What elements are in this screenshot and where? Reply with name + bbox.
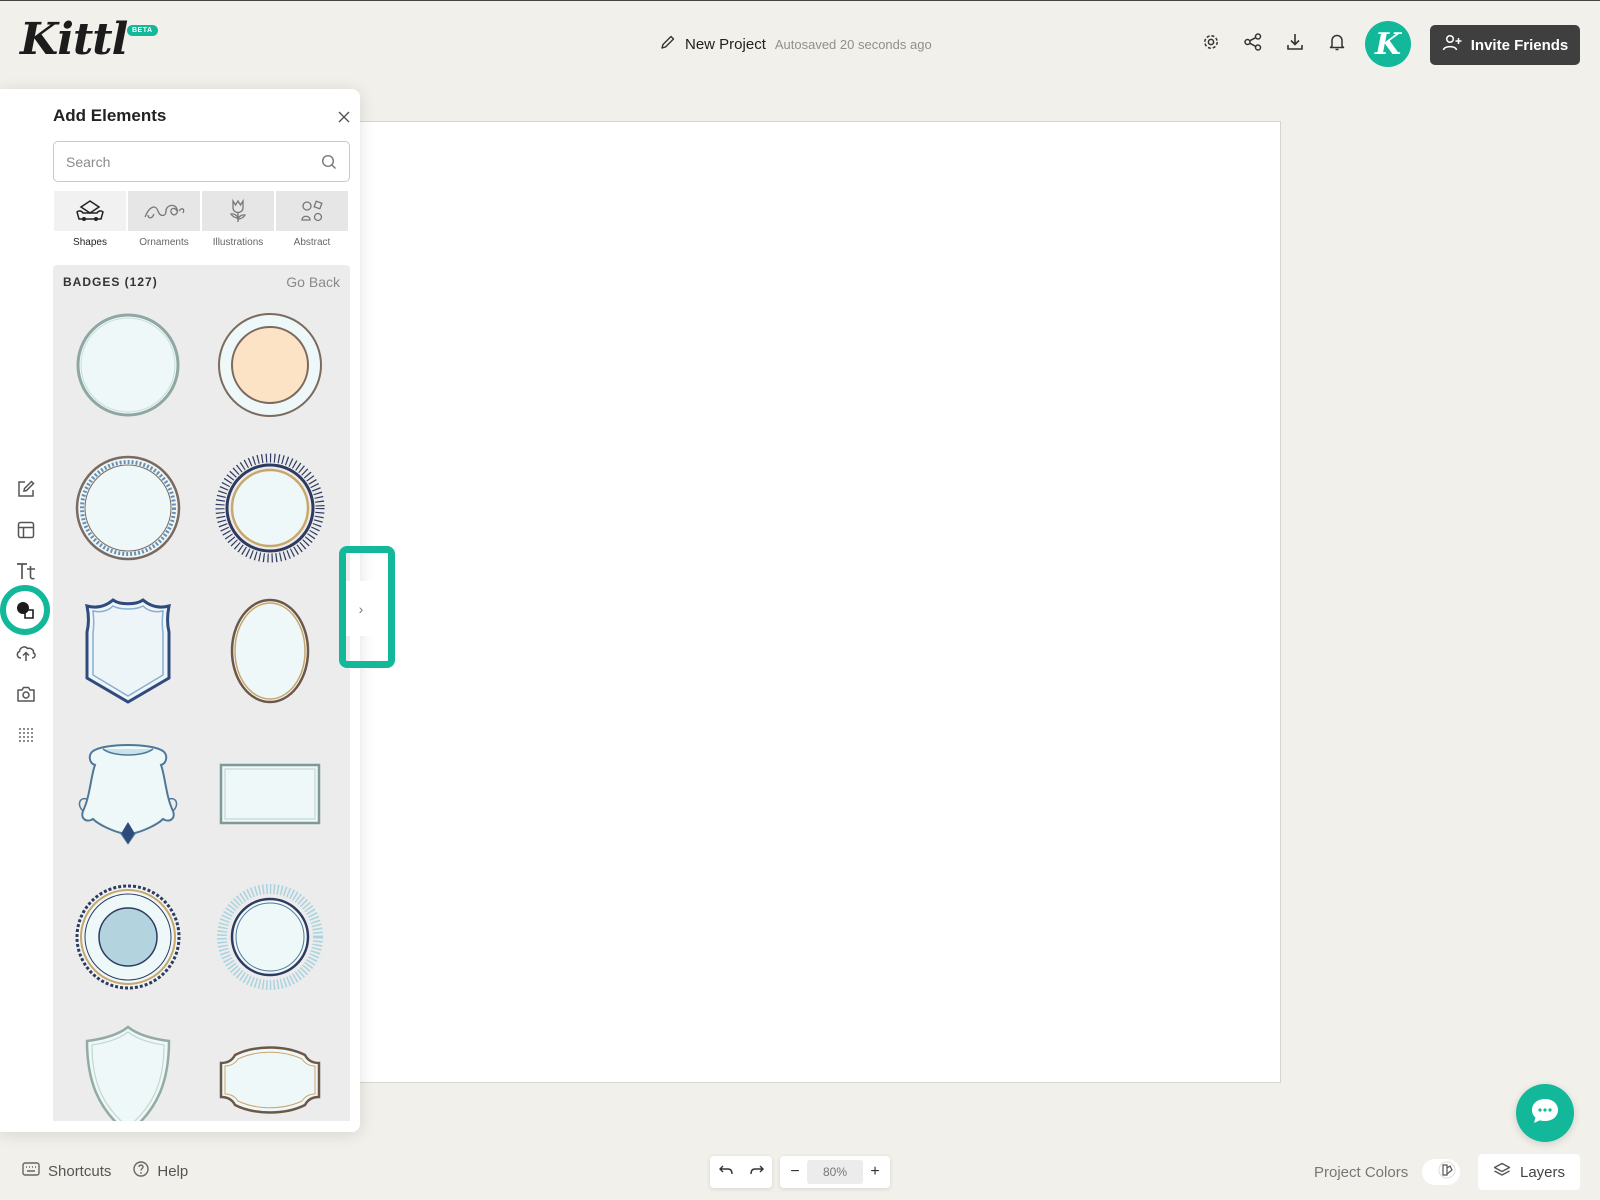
element-category-tabs: Shapes Ornaments Illustrations Abstract [53,191,350,257]
plain-circle-badge[interactable] [68,305,188,425]
tab-label: Shapes [73,237,107,248]
bottom-left-links: Shortcuts Help [22,1161,188,1181]
history-controls [710,1156,772,1188]
upload-icon[interactable] [14,641,38,665]
user-avatar[interactable]: K [1365,21,1411,67]
go-back-link[interactable]: Go Back [286,274,340,290]
help-icon [133,1161,150,1181]
sunburst-circle-badge[interactable] [210,448,330,568]
pencil-icon [660,34,676,55]
zoom-level[interactable]: 80% [807,1160,863,1184]
beta-badge: BETA [127,25,158,36]
palette-icon [1438,1161,1456,1184]
label-badge[interactable] [210,1020,330,1121]
search-icon[interactable] [319,152,339,172]
tab-shapes[interactable]: Shapes [53,191,127,257]
layers-button[interactable]: Layers [1478,1154,1580,1190]
templates-icon[interactable] [14,518,38,542]
chat-icon [1529,1096,1561,1131]
tab-illustrations[interactable]: Illustrations [201,191,275,257]
panel-title: Add Elements [53,106,167,125]
close-icon[interactable] [333,106,355,128]
help-label: Help [157,1162,189,1180]
add-elements-panel: Add Elements Shapes Ornaments Illustrati… [0,89,360,1132]
invite-friends-button[interactable]: Invite Friends [1430,25,1580,65]
search-input[interactable] [66,142,306,181]
undo-icon[interactable] [718,1163,733,1181]
logo-text: Kittl [20,14,128,65]
rays-circle-badge[interactable] [210,877,330,997]
peach-circle-badge[interactable] [210,305,330,425]
oval-badge[interactable] [210,591,330,711]
download-icon[interactable] [1284,31,1306,53]
rectangle-badge[interactable] [210,734,330,854]
zoom-out-button[interactable]: − [788,1163,802,1181]
rope-circle-badge[interactable] [68,448,188,568]
scalloped-circle-badge[interactable] [68,877,188,997]
tab-ornaments[interactable]: Ornaments [127,191,201,257]
bell-icon[interactable] [1326,31,1348,53]
gear-icon[interactable] [1200,31,1222,53]
zoom-in-button[interactable]: + [868,1163,882,1181]
project-name[interactable]: New Project [685,36,766,53]
header-actions [1200,31,1348,53]
invite-friends-label: Invite Friends [1470,36,1569,54]
patterns-icon[interactable] [14,723,38,747]
ornate-crest-badge[interactable] [68,734,188,854]
tab-label: Abstract [293,237,331,248]
edit-icon[interactable] [14,477,38,501]
tab-label: Ornaments [139,237,189,248]
section-title: BADGES (127) [63,275,158,289]
abstract-icon [276,191,348,231]
text-icon[interactable] [14,559,38,583]
photos-icon[interactable] [14,682,38,706]
chat-support-button[interactable] [1516,1084,1574,1142]
elements-icon[interactable] [0,585,50,635]
share-icon[interactable] [1242,31,1264,53]
pointed-shield-badge[interactable] [68,1020,188,1121]
project-title-area[interactable]: New Project Autosaved 20 seconds ago [660,34,932,55]
project-colors-toggle[interactable] [1422,1159,1460,1185]
tab-label: Illustrations [212,237,264,248]
layers-icon [1493,1162,1511,1182]
design-canvas[interactable] [315,121,1281,1083]
autosave-status: Autosaved 20 seconds ago [774,37,932,52]
ornaments-icon [128,191,200,231]
shortcuts-button[interactable]: Shortcuts [22,1161,111,1181]
kittl-logo[interactable]: Kittl BETA [20,15,160,65]
keyboard-icon [22,1162,40,1180]
search-box [53,141,350,182]
shield-badge[interactable] [68,591,188,711]
collapse-panel-handle[interactable]: › [339,546,395,668]
shortcuts-label: Shortcuts [48,1162,112,1180]
add-user-icon [1442,34,1462,56]
zoom-controls: − 80% + [780,1156,890,1188]
redo-icon[interactable] [749,1163,764,1181]
chevron-right-icon: › [346,581,376,636]
illustrations-icon [202,191,274,231]
layers-label: Layers [1519,1163,1566,1181]
badges-list: BADGES (127) Go Back [53,265,350,1121]
help-button[interactable]: Help [133,1161,188,1181]
shapes-icon [54,191,126,231]
tab-abstract[interactable]: Abstract [275,191,349,257]
project-colors-label[interactable]: Project Colors [1314,1164,1408,1181]
